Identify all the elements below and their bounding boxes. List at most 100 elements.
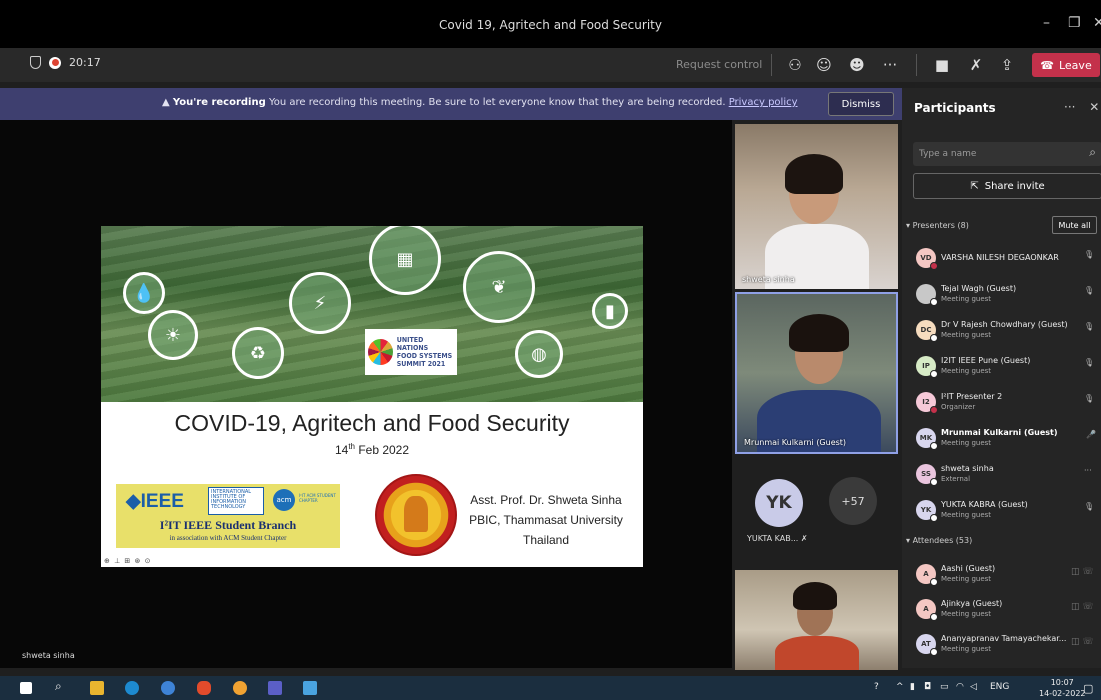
attendee-row[interactable]: A Ajinkya (Guest) Meeting guest ◫ ☏ — [914, 595, 1101, 627]
ieee-logo: ◆IEEE — [126, 491, 184, 512]
avatar-initials: DC — [920, 326, 932, 334]
call-options-icon[interactable]: ◫ ☏ — [1071, 602, 1094, 612]
windows-start-icon[interactable] — [20, 682, 32, 694]
participant-name: VARSHA NILESH DEGAONKAR — [941, 253, 1059, 262]
language-indicator[interactable]: ENG — [990, 682, 1009, 692]
privacy-policy-link[interactable]: Privacy policy — [729, 97, 798, 108]
close-button[interactable]: ✕ — [1093, 15, 1101, 31]
sdg-wheel-icon — [368, 339, 393, 365]
mic-muted-icon[interactable]: ✗ — [966, 55, 986, 75]
dismiss-button[interactable]: Dismiss — [828, 92, 894, 116]
recycle-icon: ♻ — [232, 327, 284, 379]
recording-banner: ▲ You're recording You are recording thi… — [0, 88, 902, 120]
presenter-row[interactable]: SS shweta sinha External ··· — [914, 460, 1101, 492]
more-participants-button[interactable]: +57 — [829, 477, 877, 525]
attendees-section[interactable]: ▾ Attendees (53) — [906, 536, 972, 545]
camera-icon[interactable]: ■ — [932, 55, 952, 75]
toolbar-divider — [916, 54, 917, 76]
more-options-icon[interactable]: ··· — [1084, 466, 1092, 475]
share-screen-icon[interactable]: ⇪ — [997, 55, 1017, 75]
avatar-initials: VD — [920, 254, 932, 262]
share-icon: ⇱ — [970, 180, 979, 192]
sun-icon: ☀ — [148, 310, 198, 360]
attendees-label: Attendees (53) — [912, 536, 973, 545]
thammasat-seal — [375, 474, 457, 556]
mic-muted-icon[interactable]: 🎙 — [1084, 322, 1094, 331]
taskbar-clock[interactable]: 10:07 14-02-2022 — [1039, 677, 1086, 699]
video-tile-third[interactable] — [735, 570, 898, 670]
participant-video-body — [775, 636, 859, 670]
windows-taskbar: ⌕ ? ^ ▮ ◘ ▭ ◠ ◁ ENG 10:07 14-02-2022 ▢ — [0, 676, 1101, 700]
un-logo-line: UNITED NATIONS — [396, 336, 429, 352]
recording-title: You're recording — [172, 97, 266, 108]
participant-name: Aashi (Guest) — [941, 564, 996, 573]
date-day: 14 — [334, 443, 349, 457]
presenter-row[interactable]: Tejal Wagh (Guest) Meeting guest 🎙 — [914, 280, 1101, 312]
presenter-row[interactable]: I2 I²IT Presenter 2 Organizer 🎙 — [914, 388, 1101, 420]
slide-date: 14th Feb 2022 — [101, 442, 643, 457]
browser-icon[interactable] — [161, 681, 175, 695]
tray-chevron-icon[interactable]: ^ — [896, 682, 904, 692]
more-actions-icon[interactable]: ··· — [880, 55, 900, 75]
reactions-icon[interactable]: ☻ — [847, 55, 867, 75]
video-tile-name: shweta sinha — [742, 275, 795, 284]
growth-chart-icon: ▮ — [592, 293, 628, 329]
avatar: A — [916, 564, 938, 586]
volume-icon[interactable]: ◁ — [970, 682, 977, 692]
mic-muted-icon[interactable]: 🎙 — [1084, 250, 1094, 259]
speaker-name: Asst. Prof. Dr. Shweta Sinha — [470, 493, 622, 507]
attendee-row[interactable]: AT Ananyapranav Tamayachekar... Meeting gu… — [914, 630, 1101, 662]
share-invite-button[interactable]: ⇱ Share invite — [913, 173, 1101, 199]
request-control-button[interactable]: Request control — [676, 58, 762, 71]
presence-status-icon — [930, 514, 938, 522]
leave-button[interactable]: ☎ Leave — [1032, 53, 1100, 77]
participants-icon[interactable]: ⚇ — [785, 55, 805, 75]
video-tile-mrunmai[interactable]: Mrunmai Kulkarni (Guest) — [735, 292, 898, 454]
participant-name: Mrunmai Kulkarni (Guest) — [941, 428, 1058, 437]
mute-all-button[interactable]: Mute all — [1052, 216, 1097, 234]
video-tile-shweta[interactable]: shweta sinha — [735, 124, 898, 289]
call-options-icon[interactable]: ◫ ☏ — [1071, 637, 1094, 647]
presence-status-icon — [930, 478, 938, 486]
network-icon[interactable]: ◘ — [924, 682, 931, 692]
photos-icon[interactable] — [303, 681, 317, 695]
maximize-button[interactable]: ❐ — [1068, 15, 1081, 31]
mic-muted-icon[interactable]: 🎙 — [1084, 358, 1094, 367]
search-icon[interactable]: ⌕ — [1089, 145, 1096, 160]
call-options-icon[interactable]: ◫ ☏ — [1071, 567, 1094, 577]
chrome-icon[interactable] — [233, 681, 247, 695]
chat-icon[interactable]: ☺ — [814, 55, 834, 75]
attendee-row[interactable]: A Aashi (Guest) Meeting guest ◫ ☏ — [914, 560, 1101, 592]
presenters-section[interactable]: ▾ Presenters (8) — [906, 221, 969, 230]
teams-icon[interactable] — [268, 681, 282, 695]
more-options-icon[interactable]: ··· — [1064, 100, 1075, 114]
office-icon[interactable] — [197, 681, 211, 695]
help-icon[interactable]: ? — [874, 682, 879, 692]
presence-status-icon — [930, 406, 938, 414]
mic-tray-icon[interactable]: ▮ — [910, 682, 915, 692]
ieee-branch-logo: ◆IEEE INTERNATIONAL INSTITUTE OF INFORMA… — [116, 484, 340, 548]
wifi-icon[interactable]: ◠ — [956, 682, 964, 692]
notification-icon[interactable]: ▢ — [1083, 682, 1093, 695]
recording-text: You are recording this meeting. Be sure … — [268, 97, 726, 108]
presenter-row[interactable]: DC Dr V Rajesh Chowdhary (Guest) Meeting g… — [914, 316, 1101, 348]
mic-on-icon[interactable]: 🎤 — [1086, 430, 1096, 439]
search-icon[interactable]: ⌕ — [55, 679, 62, 694]
participant-search-input[interactable] — [919, 146, 1079, 162]
close-panel-icon[interactable]: ✕ — [1089, 100, 1099, 114]
avatar: MK — [916, 428, 938, 450]
panel-header-actions: ··· ✕ — [1064, 100, 1099, 114]
mic-muted-icon[interactable]: 🎙 — [1084, 394, 1094, 403]
avatar-yukta[interactable]: YK — [755, 479, 803, 527]
battery-icon[interactable]: ▭ — [940, 682, 949, 692]
presenter-row[interactable]: VD VARSHA NILESH DEGAONKAR 🎙 — [914, 244, 1101, 276]
presenter-row[interactable]: MK Mrunmai Kulkarni (Guest) Meeting guest 🎤 — [914, 424, 1101, 456]
minimize-button[interactable]: – — [1043, 15, 1050, 31]
presenter-row[interactable]: IP I2IT IEEE Pune (Guest) Meeting guest 🎙 — [914, 352, 1101, 384]
file-explorer-icon[interactable] — [90, 681, 104, 695]
avatar-initials: SS — [921, 470, 931, 478]
presenter-row[interactable]: YK YUKTA KABRA (Guest) Meeting guest 🎙 — [914, 496, 1101, 528]
edge-icon[interactable] — [125, 681, 139, 695]
mic-muted-icon[interactable]: 🎙 — [1084, 502, 1094, 511]
mic-muted-icon[interactable]: 🎙 — [1084, 286, 1094, 295]
